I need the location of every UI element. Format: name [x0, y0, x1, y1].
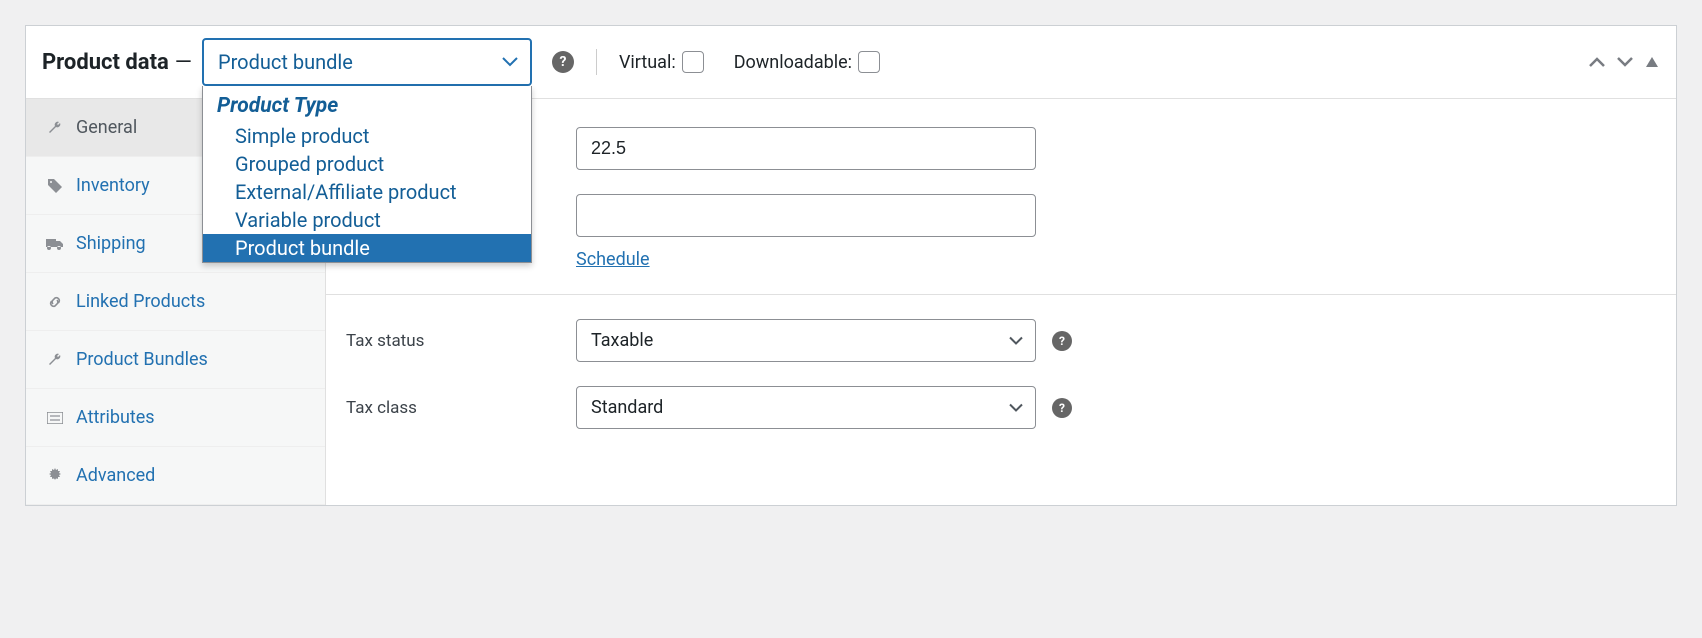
panel-title: Product data	[42, 50, 169, 75]
dropdown-group-label: Product Type	[203, 86, 531, 122]
sidebar-item-label: Product Bundles	[76, 349, 208, 370]
dropdown-item-variable[interactable]: Variable product	[203, 206, 531, 234]
truck-icon	[46, 237, 64, 251]
tag-icon	[46, 178, 64, 194]
dropdown-item-external[interactable]: External/Affiliate product	[203, 178, 531, 206]
sidebar-item-label: Shipping	[76, 233, 146, 254]
tax-class-value: Standard	[591, 397, 663, 418]
section-separator	[326, 294, 1676, 295]
toggle-icon[interactable]	[1644, 55, 1660, 69]
product-data-panel: Product data — Product bundle Product Ty…	[25, 25, 1677, 506]
title-separator: —	[175, 50, 192, 75]
virtual-option: Virtual:	[619, 51, 704, 73]
virtual-checkbox[interactable]	[682, 51, 704, 73]
dropdown-item-grouped[interactable]: Grouped product	[203, 150, 531, 178]
regular-price-input[interactable]	[576, 127, 1036, 170]
tax-status-value: Taxable	[591, 330, 653, 351]
header-actions	[1588, 55, 1660, 69]
link-icon	[46, 294, 64, 310]
product-type-select[interactable]: Product bundle Product Type Simple produ…	[202, 38, 532, 86]
downloadable-checkbox[interactable]	[858, 51, 880, 73]
chevron-down-icon	[1009, 336, 1023, 345]
chevron-down-icon	[1009, 403, 1023, 412]
tax-status-row: Tax status Taxable ?	[326, 307, 1676, 374]
sidebar-item-label: Advanced	[76, 465, 155, 486]
sidebar-item-label: Linked Products	[76, 291, 205, 312]
help-icon[interactable]: ?	[1052, 331, 1072, 351]
sidebar-item-bundles[interactable]: Product Bundles	[26, 331, 325, 389]
schedule-link[interactable]: Schedule	[576, 249, 650, 286]
product-type-display[interactable]: Product bundle	[202, 38, 532, 86]
dropdown-item-bundle[interactable]: Product bundle	[203, 234, 531, 262]
help-icon[interactable]: ?	[552, 51, 574, 73]
sale-price-input[interactable]	[576, 194, 1036, 237]
move-up-icon[interactable]	[1588, 56, 1606, 68]
sidebar-item-label: Attributes	[76, 407, 155, 428]
dropdown-item-simple[interactable]: Simple product	[203, 122, 531, 150]
tax-status-select[interactable]: Taxable	[576, 319, 1036, 362]
tax-class-row: Tax class Standard ?	[326, 374, 1676, 441]
panel-header: Product data — Product bundle Product Ty…	[26, 26, 1676, 99]
wrench-icon	[46, 120, 64, 136]
sidebar-item-label: Inventory	[76, 175, 150, 196]
sidebar-item-label: General	[76, 117, 137, 138]
tax-status-label: Tax status	[346, 331, 576, 351]
downloadable-label: Downloadable:	[734, 52, 852, 73]
wrench-icon	[46, 352, 64, 368]
gear-icon	[46, 468, 64, 484]
chevron-down-icon	[502, 57, 518, 67]
sidebar-item-advanced[interactable]: Advanced	[26, 447, 325, 505]
sidebar-item-attributes[interactable]: Attributes	[26, 389, 325, 447]
tax-class-select[interactable]: Standard	[576, 386, 1036, 429]
downloadable-option: Downloadable:	[734, 51, 880, 73]
list-icon	[46, 412, 64, 424]
product-type-selected-text: Product bundle	[218, 50, 353, 74]
separator	[596, 49, 597, 75]
tax-class-label: Tax class	[346, 398, 576, 418]
virtual-label: Virtual:	[619, 52, 676, 73]
move-down-icon[interactable]	[1616, 56, 1634, 68]
help-icon[interactable]: ?	[1052, 398, 1072, 418]
product-type-dropdown: Product Type Simple product Grouped prod…	[202, 86, 532, 263]
sidebar-item-linked[interactable]: Linked Products	[26, 273, 325, 331]
